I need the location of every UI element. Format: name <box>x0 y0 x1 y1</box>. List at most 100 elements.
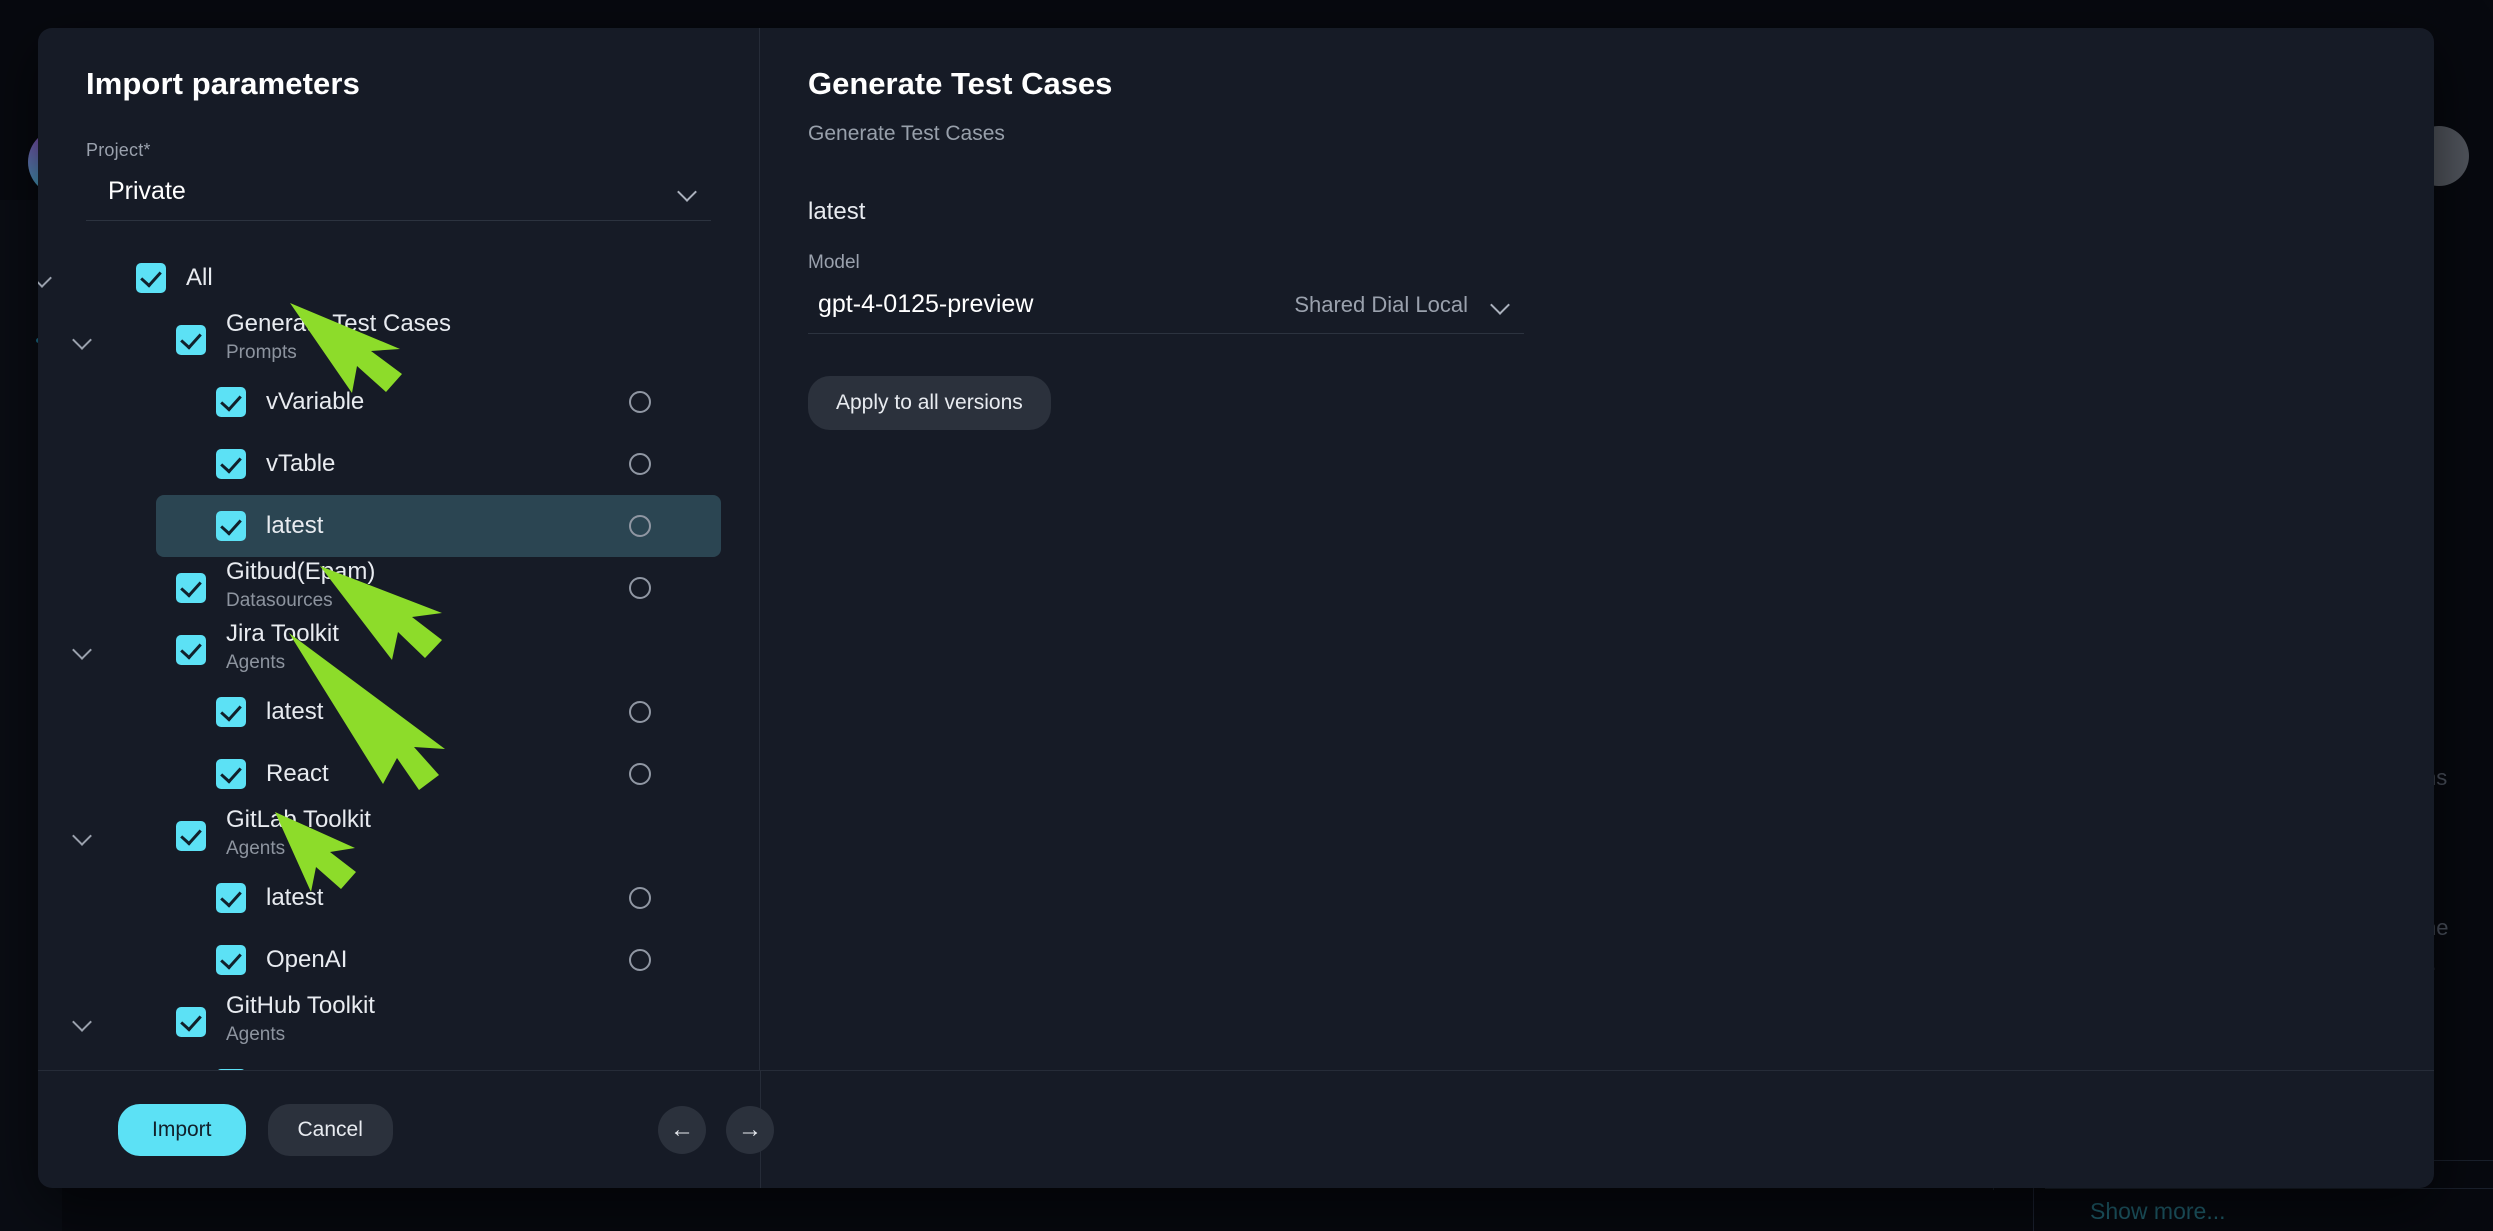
dialog-footer: Import Cancel ← → <box>38 1070 2434 1188</box>
tree-row-checkbox[interactable] <box>216 511 246 541</box>
chevron-down-icon[interactable] <box>70 327 96 353</box>
tree-row[interactable]: React <box>156 743 721 805</box>
tree-row-labels: Generate Test Cases Prompts <box>226 310 451 364</box>
project-field: Project* Private <box>86 140 711 221</box>
tree-row[interactable] <box>156 1053 721 1070</box>
tree-row-labels: GitLab Toolkit Agents <box>226 806 371 860</box>
tree-row[interactable]: Jira Toolkit Agents <box>116 619 721 681</box>
tree-row[interactable]: latest <box>156 495 721 557</box>
dialog-body: Import parameters Project* Private All Ge… <box>38 28 2434 1070</box>
details-pane: Generate Test Cases Generate Test Cases … <box>760 28 2434 1070</box>
tree-row-radio[interactable] <box>629 949 651 971</box>
tree-row-checkbox[interactable] <box>176 821 206 851</box>
tree-row-label: React <box>266 760 329 788</box>
background-divider <box>2045 1188 2493 1189</box>
model-field: Model gpt-4-0125-preview Shared Dial Loc… <box>808 252 1524 334</box>
details-version-label: latest <box>808 198 866 225</box>
tree-row[interactable]: vVariable <box>156 371 721 433</box>
import-parameters-dialog: Import parameters Project* Private All Ge… <box>38 28 2434 1188</box>
arrow-right-icon[interactable]: → <box>726 1105 774 1154</box>
footer-actions: Import Cancel <box>38 1103 393 1156</box>
project-select[interactable]: Private <box>86 169 711 221</box>
tree-row-checkbox[interactable] <box>216 945 246 975</box>
chevron-down-icon <box>677 181 699 203</box>
tree-row-labels: Gitbud(Epam) Datasources <box>226 558 375 612</box>
tree-row-label: vVariable <box>266 388 365 416</box>
tree-row-label: Gitbud(Epam) <box>226 558 376 586</box>
model-field-label: Model <box>808 252 860 273</box>
tree-row-checkbox[interactable] <box>176 635 206 665</box>
details-title: Generate Test Cases <box>808 66 1113 101</box>
tree-row-label: Generate Test Cases <box>226 310 452 338</box>
tree-row-checkbox[interactable] <box>216 759 246 789</box>
chevron-down-icon[interactable] <box>70 823 96 849</box>
tree-row-radio[interactable] <box>629 453 651 475</box>
tree-row-labels: All <box>186 264 213 292</box>
pagination-controls: ← → <box>658 1105 774 1154</box>
tree-row-checkbox[interactable] <box>216 883 246 913</box>
tree-row-label: latest <box>266 884 324 912</box>
chevron-down-icon[interactable] <box>70 637 96 663</box>
tree-row-sublabel: Datasources <box>226 589 333 611</box>
tree-row-sublabel: Agents <box>226 651 286 673</box>
tree-row-label: GitHub Toolkit <box>226 992 375 1020</box>
tree-row-label: OpenAI <box>266 946 348 974</box>
tree-row-checkbox[interactable] <box>216 449 246 479</box>
tree-row-checkbox[interactable] <box>136 263 166 293</box>
tree-row-label: vTable <box>266 450 336 478</box>
tree-row-label: GitLab Toolkit <box>226 806 371 834</box>
model-select-aux-label: Shared Dial Local <box>1294 291 1468 317</box>
project-field-label: Project* <box>86 140 151 160</box>
show-more-link[interactable]: Show more... <box>2090 1198 2226 1225</box>
import-button[interactable]: Import <box>118 1103 246 1156</box>
tree-row-label: latest <box>266 698 324 726</box>
tree-row-checkbox[interactable] <box>176 1007 206 1037</box>
tree-row[interactable]: GitHub Toolkit Agents <box>116 991 721 1053</box>
tree-row-labels: GitHub Toolkit Agents <box>226 992 375 1046</box>
tree-row-label: All <box>186 264 213 292</box>
cancel-button[interactable]: Cancel <box>267 1103 393 1156</box>
chevron-down-icon <box>1490 294 1512 316</box>
arrow-left-icon[interactable]: ← <box>658 1105 706 1154</box>
tree-row-sublabel: Agents <box>226 837 286 859</box>
tree-row-radio[interactable] <box>629 577 651 599</box>
tree-row-label: latest <box>266 512 324 540</box>
tree-row-sublabel: Agents <box>226 1023 286 1045</box>
model-select-value: gpt-4-0125-preview <box>818 290 1034 318</box>
tree-row[interactable]: GitLab Toolkit Agents <box>116 805 721 867</box>
page-title: Import parameters <box>86 66 360 101</box>
model-select[interactable]: gpt-4-0125-preview Shared Dial Local <box>808 282 1524 334</box>
details-subtitle: Generate Test Cases <box>808 122 1005 145</box>
tree-row-radio[interactable] <box>629 763 651 785</box>
tree-row-labels: OpenAI <box>266 946 347 974</box>
tree-row-checkbox[interactable] <box>176 325 206 355</box>
chevron-down-icon[interactable] <box>38 265 56 291</box>
chevron-down-icon[interactable] <box>70 1009 96 1035</box>
tree-row-labels: latest <box>266 512 323 540</box>
tree-row-radio[interactable] <box>629 701 651 723</box>
tree-row-checkbox[interactable] <box>176 573 206 603</box>
tree-row-labels: vVariable <box>266 388 364 416</box>
tree-row-labels: vTable <box>266 450 335 478</box>
tree-row-radio[interactable] <box>629 887 651 909</box>
import-tree[interactable]: All Generate Test Cases Prompts vVariable vT… <box>38 221 759 1070</box>
tree-row-checkbox[interactable] <box>216 697 246 727</box>
model-select-right: Shared Dial Local <box>1294 292 1520 318</box>
dialog-header: Import parameters Project* Private <box>38 28 759 221</box>
tree-row[interactable]: All <box>76 247 721 309</box>
tree-row-labels: React <box>266 760 329 788</box>
tree-row[interactable]: latest <box>156 867 721 929</box>
tree-row[interactable]: latest <box>156 681 721 743</box>
tree-row[interactable]: vTable <box>156 433 721 495</box>
apply-to-all-versions-button[interactable]: Apply to all versions <box>808 376 1051 430</box>
tree-row-radio[interactable] <box>629 515 651 537</box>
tree-row[interactable]: Gitbud(Epam) Datasources <box>116 557 721 619</box>
tree-row-labels: Jira Toolkit Agents <box>226 620 339 674</box>
tree-row-sublabel: Prompts <box>226 341 297 363</box>
tree-row[interactable]: Generate Test Cases Prompts <box>116 309 721 371</box>
import-tree-pane: Import parameters Project* Private All Ge… <box>38 28 760 1070</box>
tree-row-checkbox[interactable] <box>216 387 246 417</box>
tree-row-label: Jira Toolkit <box>226 620 339 648</box>
tree-row-radio[interactable] <box>629 391 651 413</box>
tree-row[interactable]: OpenAI <box>156 929 721 991</box>
